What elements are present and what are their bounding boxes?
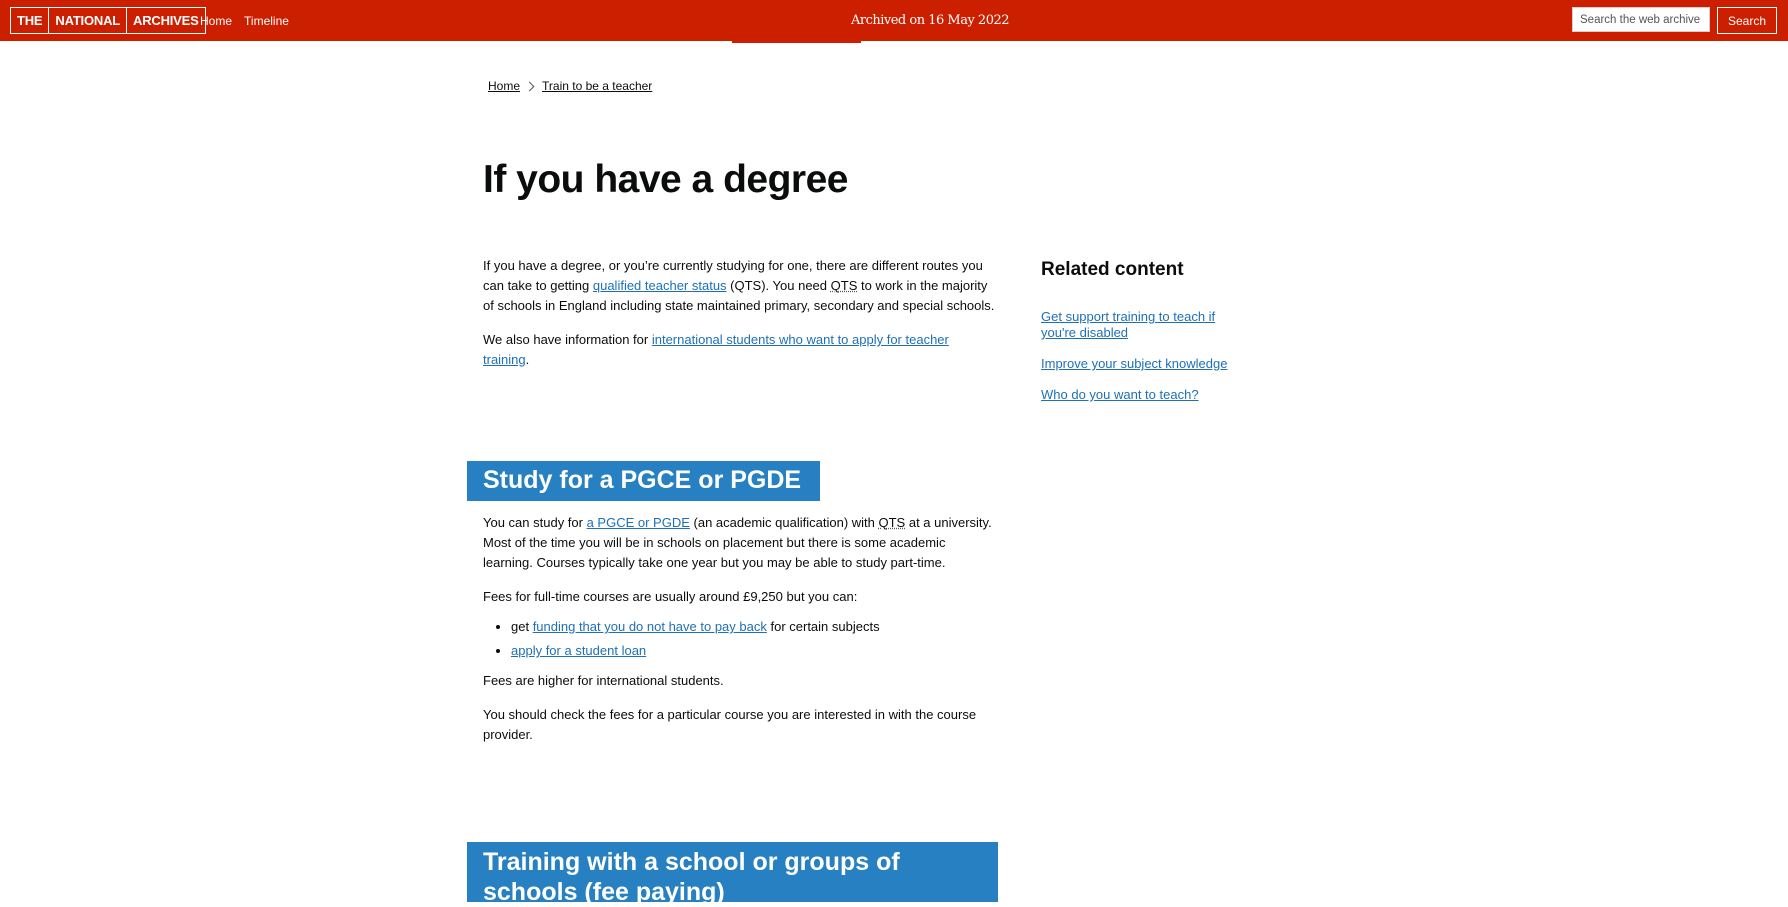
qts-abbreviation: QTS [830,278,858,293]
page-title: If you have a degree [483,158,848,201]
related-content: Related content Get support training to … [1041,259,1241,418]
pgce-pgde-link[interactable]: a PGCE or PGDE [587,515,690,530]
fees-paragraph: Fees for full-time courses are usually a… [483,589,858,604]
intro-section: If you have a degree, or you’re currentl… [483,256,998,384]
international-fees-paragraph: Fees are higher for international studen… [483,673,724,688]
pgce-paragraph-1: You can study for a PGCE or PGDE (an aca… [483,513,993,573]
intro-paragraph-2: We also have information for internation… [483,330,998,370]
list-item: get funding that you do not have to pay … [511,617,993,637]
related-links-list: Get support training to teach if you're … [1041,309,1241,403]
list-text: for certain subjects [766,619,880,634]
pgce-section: You can study for a PGCE or PGDE (an aca… [483,513,993,759]
intro-text: We also have information for [483,332,652,347]
related-link-disabled-support[interactable]: Get support training to teach if you're … [1041,309,1215,340]
breadcrumb-train-to-teach-link[interactable]: Train to be a teacher [542,79,652,93]
list-item: Get support training to teach if you're … [1041,309,1241,341]
fees-list: get funding that you do not have to pay … [483,617,993,661]
list-item: Who do you want to teach? [1041,387,1241,403]
archive-banner: THE NATIONAL ARCHIVES Home Timeline Arch… [0,0,1788,41]
intro-text: (QTS). You need [726,278,831,293]
list-item: apply for a student loan [511,641,993,661]
breadcrumb-home-link[interactable]: Home [488,79,520,93]
intro-paragraph-1: If you have a degree, or you’re currentl… [483,256,998,316]
web-archive-search-input[interactable] [1572,7,1710,32]
pgce-text: You can study for [483,515,587,530]
related-link-who-to-teach[interactable]: Who do you want to teach? [1041,387,1199,402]
related-content-heading: Related content [1041,259,1184,280]
pgce-text: (an academic qualification) with [689,515,879,530]
funding-link[interactable]: funding that you do not have to pay back [533,619,767,634]
qts-abbreviation: QTS [878,515,906,530]
qts-link[interactable]: qualified teacher status [593,278,727,293]
chevron-right-icon [524,81,535,91]
search-button[interactable]: Search [1717,7,1777,34]
list-text: get [511,619,533,634]
archived-date-label: Archived on 16 May 2022 [850,13,1010,28]
intro-text: . [525,352,530,367]
breadcrumb: Home Train to be a teacher [488,79,652,93]
related-link-subject-knowledge[interactable]: Improve your subject knowledge [1041,356,1227,371]
pgce-heading: Study for a PGCE or PGDE [467,460,820,501]
check-fees-paragraph: You should check the fees for a particul… [483,707,977,742]
header-accent-bar [732,40,861,43]
list-item: Improve your subject knowledge [1041,356,1241,372]
student-loan-link[interactable]: apply for a student loan [511,643,646,658]
